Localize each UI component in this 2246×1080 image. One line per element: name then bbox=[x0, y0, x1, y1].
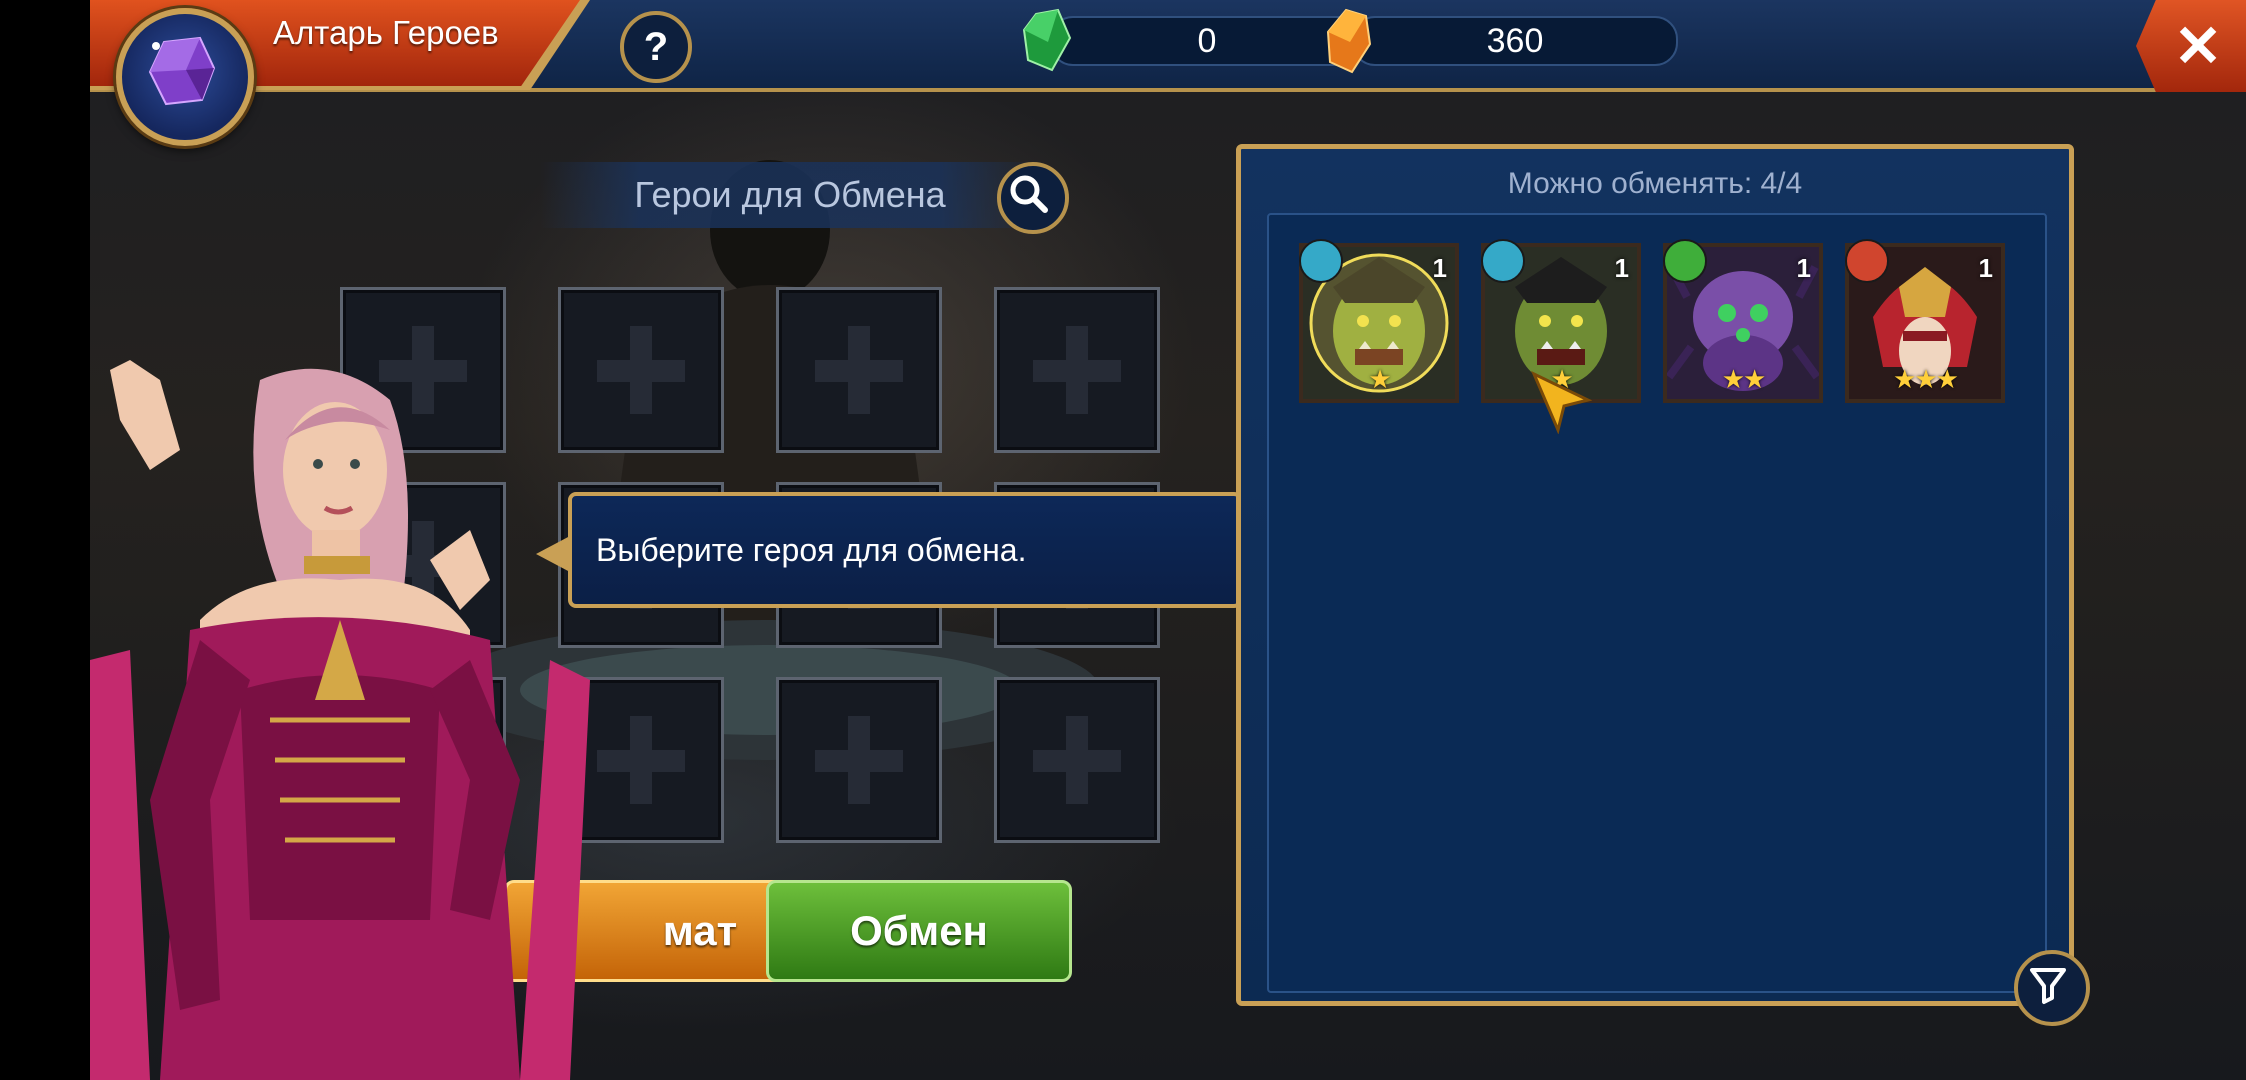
tooltip-text: Выберите героя для обмена. bbox=[596, 531, 1027, 568]
close-button[interactable]: ✕ bbox=[2136, 0, 2246, 92]
filter-icon bbox=[2030, 968, 2066, 1004]
hero-stars: ★ bbox=[1368, 364, 1391, 394]
tooltip-tail bbox=[536, 536, 570, 572]
exchange-button-label: Обмен bbox=[850, 907, 988, 954]
hero-stars: ★★ bbox=[1721, 364, 1767, 394]
instruction-tooltip: Выберите героя для обмена. bbox=[568, 492, 1242, 608]
hero-level: 1 bbox=[1978, 253, 1993, 283]
affinity-magic-icon bbox=[1299, 239, 1343, 283]
resource-value: 360 bbox=[1486, 21, 1544, 60]
hero-level: 1 bbox=[1614, 253, 1629, 283]
affinity-force-icon bbox=[1845, 239, 1889, 283]
close-icon: ✕ bbox=[2173, 14, 2223, 79]
exchange-slot[interactable] bbox=[994, 677, 1160, 843]
purple-crystal-icon bbox=[148, 36, 216, 106]
hero-level: 1 bbox=[1796, 253, 1811, 283]
resource-value: 0 bbox=[1197, 21, 1217, 60]
question-icon: ? bbox=[643, 24, 669, 69]
hero-level: 1 bbox=[1432, 253, 1447, 283]
exchange-button[interactable]: Обмен bbox=[766, 880, 1072, 982]
page-title: Алтарь Героев bbox=[273, 14, 499, 51]
help-button[interactable]: ? bbox=[620, 11, 692, 83]
resource-green-gem: 0 bbox=[1050, 16, 1364, 66]
search-button[interactable] bbox=[997, 162, 1069, 234]
available-exchange-count: Можно обменять: 4/4 bbox=[1507, 167, 1803, 200]
exchange-slot[interactable] bbox=[776, 677, 942, 843]
exchange-slot[interactable] bbox=[776, 287, 942, 453]
altar-emblem bbox=[116, 8, 254, 146]
filter-button[interactable] bbox=[2014, 950, 2090, 1026]
hero-selection-panel: Можно обменять: 4/4 1 ★ 1 ★ 1 ★★ 1 ★★★ bbox=[1236, 144, 2074, 1006]
guide-character-illustration bbox=[90, 360, 590, 1080]
exchange-section-title: Герои для Обмена bbox=[540, 162, 1040, 228]
tutorial-pointer-icon bbox=[1531, 370, 1593, 434]
hero-list: 1 ★ 1 ★ 1 ★★ 1 ★★★ bbox=[1267, 213, 2047, 993]
resource-orange-shard: 360 bbox=[1352, 16, 1678, 66]
hero-stars: ★★★ bbox=[1893, 364, 1959, 394]
orange-shard-icon bbox=[1326, 8, 1372, 74]
game-screen: Алтарь Героев ? 0 360 ✕ Герои для Обмена bbox=[90, 0, 2246, 1080]
search-icon bbox=[1010, 175, 1048, 213]
affinity-nature-icon bbox=[1663, 239, 1707, 283]
affinity-magic-icon bbox=[1481, 239, 1525, 283]
exchange-slot[interactable] bbox=[994, 287, 1160, 453]
green-gem-icon bbox=[1022, 8, 1072, 72]
